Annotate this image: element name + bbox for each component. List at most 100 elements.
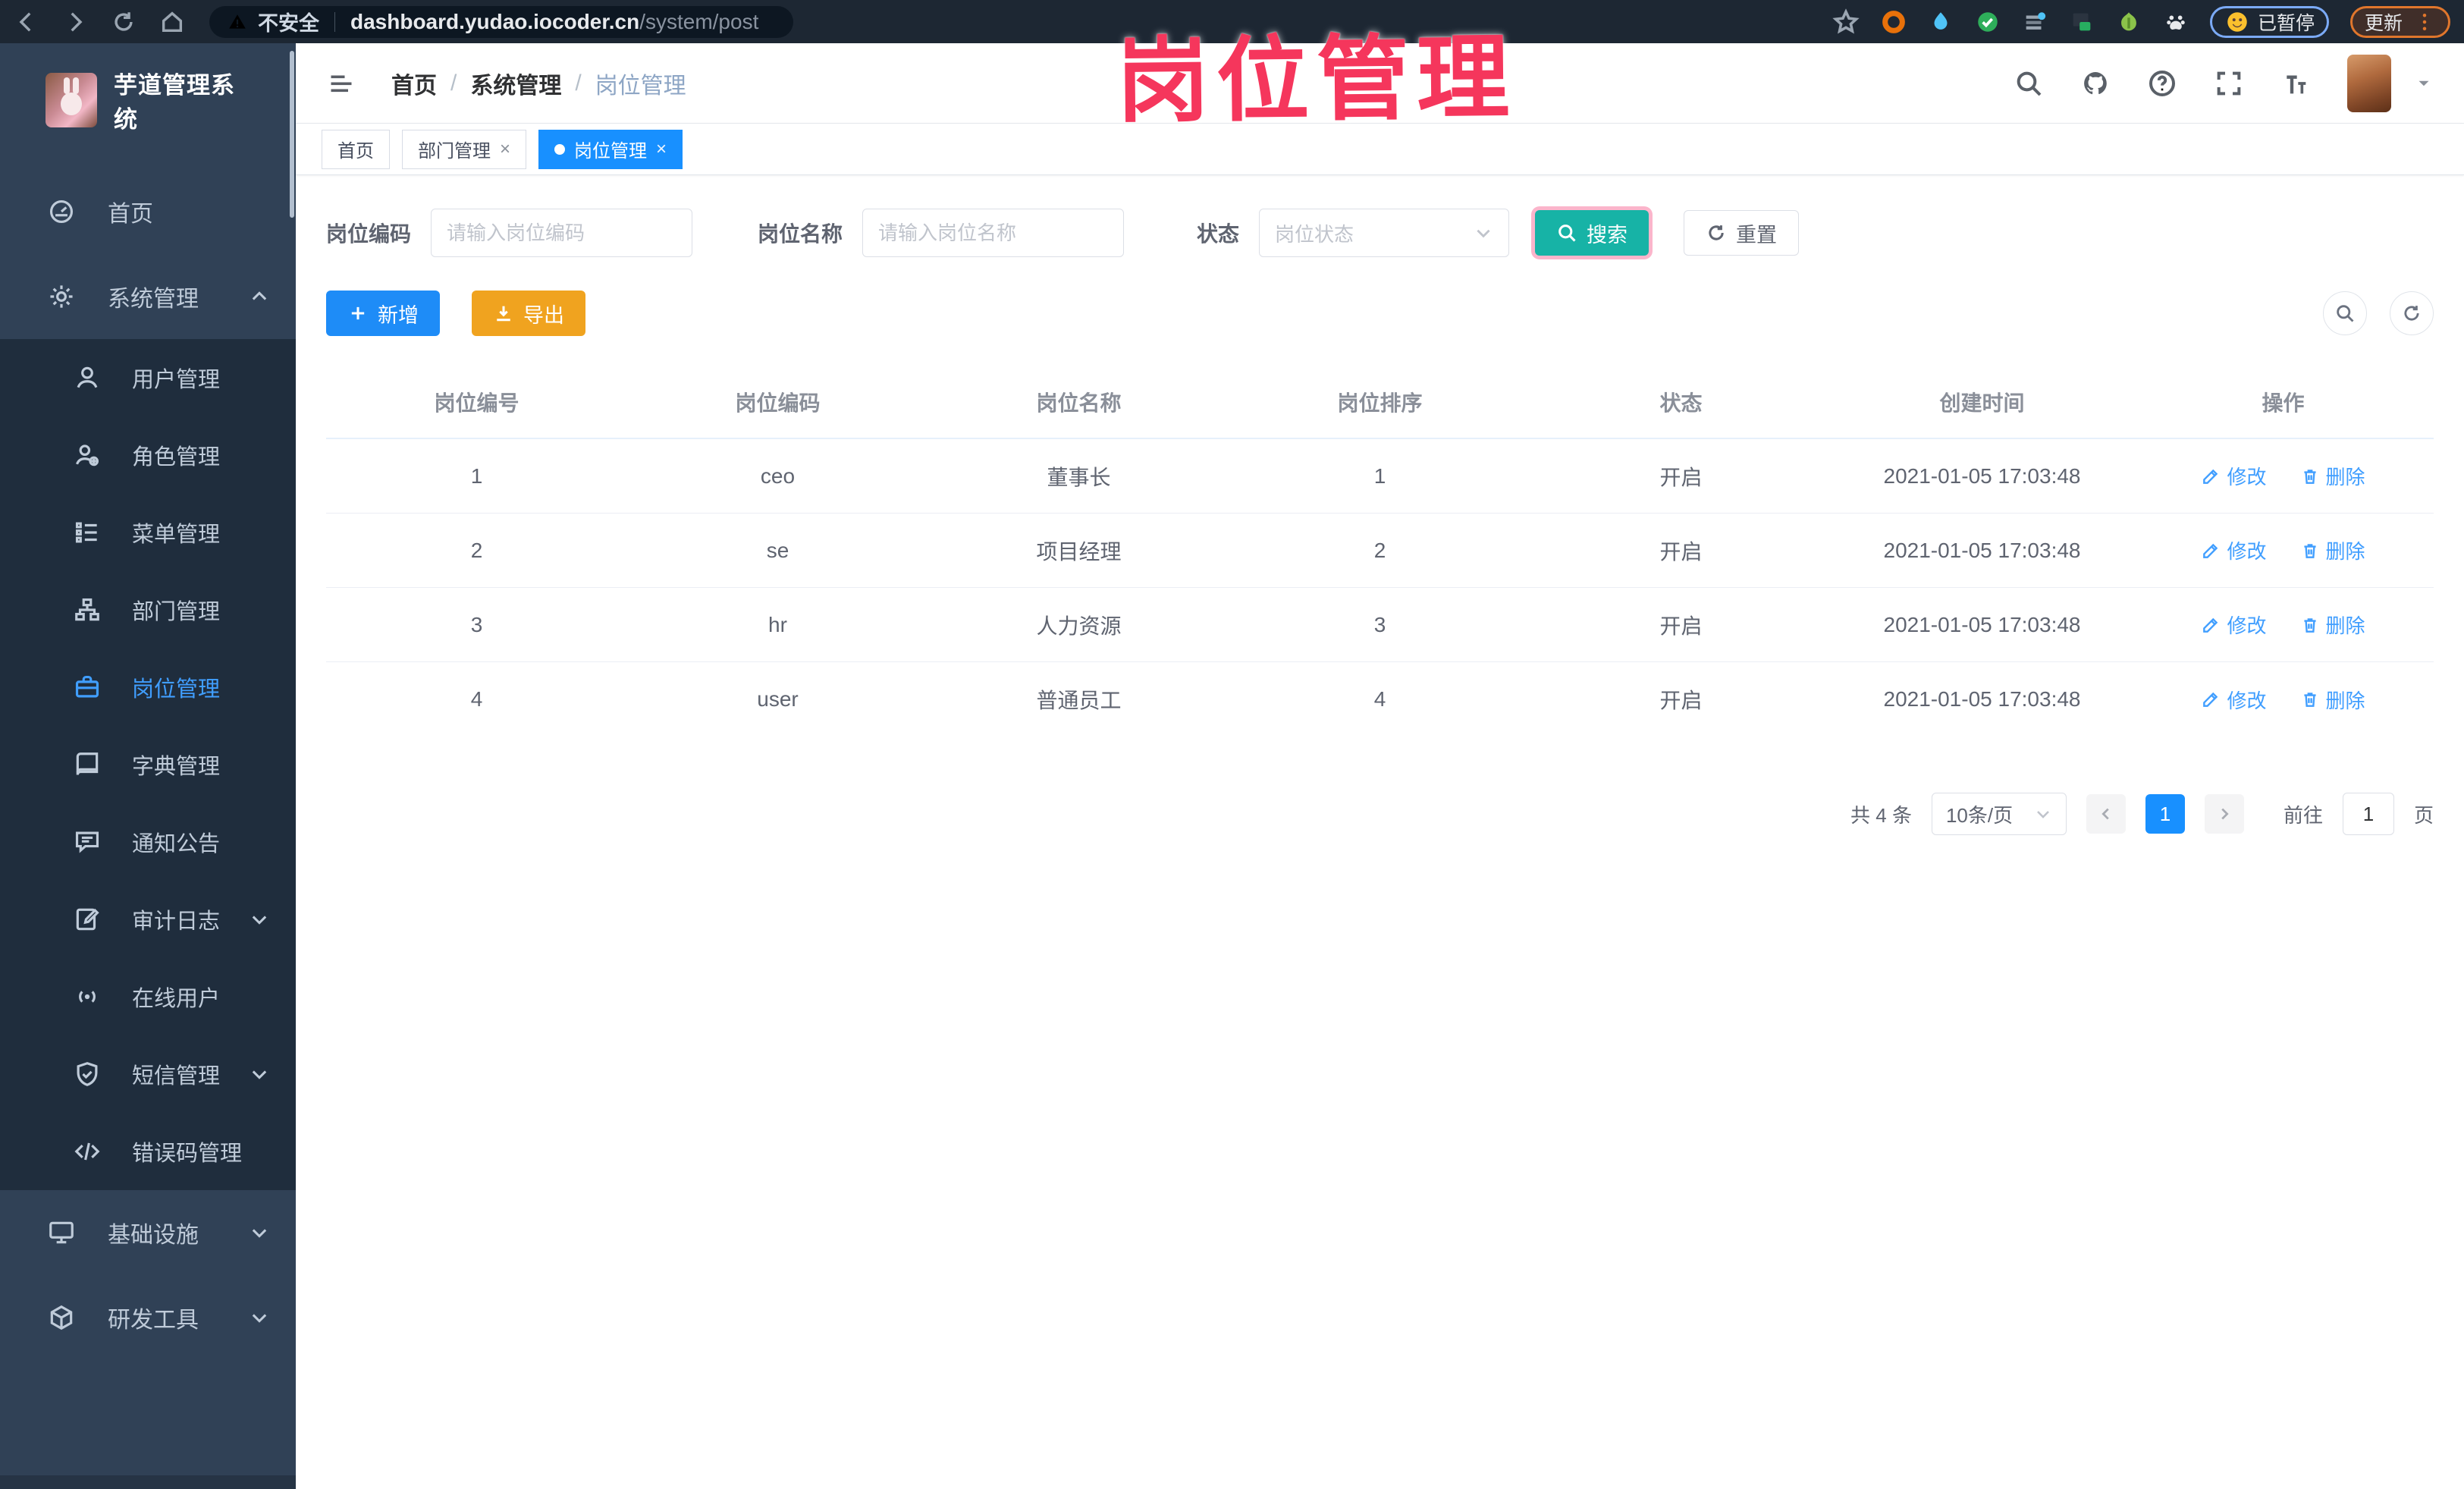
github-icon[interactable] [2080,68,2111,99]
browser-menu-kebab-icon[interactable] [2413,11,2436,33]
sidebar-item-infrastructure[interactable]: 基础设施 [0,1190,296,1275]
sidebar-item-menus[interactable]: 菜单管理 [0,494,296,571]
sidebar-item-error-codes[interactable]: 错误码管理 [0,1113,296,1190]
delete-link[interactable]: 删除 [2300,686,2365,714]
sidebar-item-label: 在线用户 [132,987,221,1011]
page-size-select[interactable]: 10条/页 [1931,793,2067,835]
sidebar-item-label: 岗位管理 [132,677,221,702]
font-size-icon[interactable] [2280,68,2311,99]
notice-icon [73,828,102,856]
edit-link[interactable]: 修改 [2201,536,2267,564]
update-button[interactable]: 更新 [2349,5,2450,38]
cell-actions: 修改 删除 [2133,536,2434,564]
toggle-search-button[interactable] [2323,291,2367,335]
search-icon [2334,303,2356,324]
sidebar-item-departments[interactable]: 部门管理 [0,571,296,649]
reset-button[interactable]: 重置 [1684,210,1800,256]
post-code-input[interactable] [431,209,693,257]
audit-log-icon [73,905,102,934]
extension-drop-icon[interactable] [1928,9,1954,35]
close-icon[interactable]: × [656,139,667,160]
sidebar-item-notices[interactable]: 通知公告 [0,803,296,881]
extension-leaf-icon[interactable] [2116,9,2142,35]
sidebar-item-dev-tools[interactable]: 研发工具 [0,1275,296,1360]
sidebar-item-dictionary[interactable]: 字典管理 [0,726,296,803]
delete-link[interactable]: 删除 [2300,536,2365,564]
dashboard-icon [47,197,76,226]
prev-page-button[interactable] [2086,794,2126,834]
sidebar: 芋道管理系统 首页 系统管理 用户管理 角色管理 菜单管理 部门管理 岗位管理 … [0,43,296,1489]
sidebar-item-sms[interactable]: 短信管理 [0,1035,296,1113]
sidebar-item-posts[interactable]: 岗位管理 [0,649,296,726]
gear-icon [47,282,76,311]
paused-extension-pill[interactable]: 已暂停 [2209,5,2329,38]
page-number-1[interactable]: 1 [2145,794,2185,834]
back-icon[interactable] [14,9,39,35]
table-row[interactable]: 2 se 项目经理 2 开启 2021-01-05 17:03:48 修改 删除 [326,514,2434,588]
tab-home[interactable]: 首页 [322,129,390,169]
chevron-down-icon [1474,223,1493,243]
reload-icon[interactable] [111,9,137,35]
post-name-input[interactable] [862,209,1125,257]
delete-link[interactable]: 删除 [2300,462,2365,490]
export-button[interactable]: 导出 [472,291,585,336]
app-logo-row[interactable]: 芋道管理系统 [0,58,296,142]
cell-actions: 修改 删除 [2133,462,2434,490]
tab-posts[interactable]: 岗位管理 × [538,129,683,169]
search-icon[interactable] [2014,68,2044,99]
column-header: 创建时间 [1939,391,2025,415]
sidebar-item-users[interactable]: 用户管理 [0,339,296,416]
url-path: /system/post [639,9,759,33]
breadcrumb-home[interactable]: 首页 [391,67,437,100]
extension-check-icon[interactable] [1975,9,2001,35]
refresh-table-button[interactable] [2390,291,2434,335]
home-icon[interactable] [159,9,185,35]
trash-icon [2300,466,2320,486]
close-icon[interactable]: × [500,139,510,160]
tab-departments[interactable]: 部门管理 × [402,129,527,169]
export-button-label: 导出 [523,303,564,327]
breadcrumb-system[interactable]: 系统管理 [470,67,561,100]
add-button[interactable]: 新增 [326,291,440,336]
chevron-right-icon [2216,806,2233,822]
bookmark-star-icon[interactable] [1832,8,1860,36]
table-row[interactable]: 4 user 普通员工 4 开启 2021-01-05 17:03:48 修改 … [326,662,2434,737]
search-button[interactable]: 搜索 [1535,210,1649,256]
active-tab-dot [554,143,566,155]
user-avatar[interactable] [2347,54,2391,112]
trash-icon [2300,615,2320,635]
table-row[interactable]: 1 ceo 董事长 1 开启 2021-01-05 17:03:48 修改 删除 [326,439,2434,514]
edit-link[interactable]: 修改 [2201,686,2267,714]
sidebar-item-label: 通知公告 [132,832,221,856]
sidebar-scrollbar[interactable] [290,51,294,218]
url-host: dashboard.yudao.iocoder.cn [350,9,640,33]
extensions-puzzle-icon[interactable] [2163,9,2189,35]
forward-icon[interactable] [62,9,88,35]
sidebar-item-system[interactable]: 系统管理 [0,254,296,339]
address-bar[interactable]: 不安全 dashboard.yudao.iocoder.cn/system/po… [209,5,793,38]
edit-link[interactable]: 修改 [2201,462,2267,490]
cell-post-status: 开启 [1659,465,1703,489]
edit-link[interactable]: 修改 [2201,611,2267,639]
hamburger-icon[interactable] [326,70,356,97]
sidebar-collapse-bar[interactable] [0,1475,296,1489]
add-button-label: 新增 [378,303,419,327]
help-icon[interactable] [2147,68,2177,99]
cell-created-time: 2021-01-05 17:03:48 [1883,463,2081,488]
fullscreen-icon[interactable] [2214,68,2244,99]
sidebar-item-roles[interactable]: 角色管理 [0,416,296,494]
extension-cm-icon[interactable] [2069,9,2095,35]
next-page-button[interactable] [2204,794,2244,834]
goto-page-input[interactable] [2342,793,2394,835]
table-row[interactable]: 3 hr 人力资源 3 开启 2021-01-05 17:03:48 修改 删除 [326,588,2434,662]
chevron-down-icon[interactable] [2414,74,2434,93]
sidebar-item-online-users[interactable]: 在线用户 [0,958,296,1035]
extension-donut-icon[interactable] [1881,9,1907,35]
delete-link[interactable]: 删除 [2300,611,2365,639]
sidebar-item-audit-log[interactable]: 审计日志 [0,881,296,958]
address-separator [334,11,335,32]
extension-grid-icon[interactable] [2022,9,2048,35]
status-select[interactable]: 岗位状态 [1259,209,1510,257]
sidebar-item-home[interactable]: 首页 [0,169,296,254]
pagination: 共 4 条 10条/页 1 前往 页 [326,793,2434,835]
